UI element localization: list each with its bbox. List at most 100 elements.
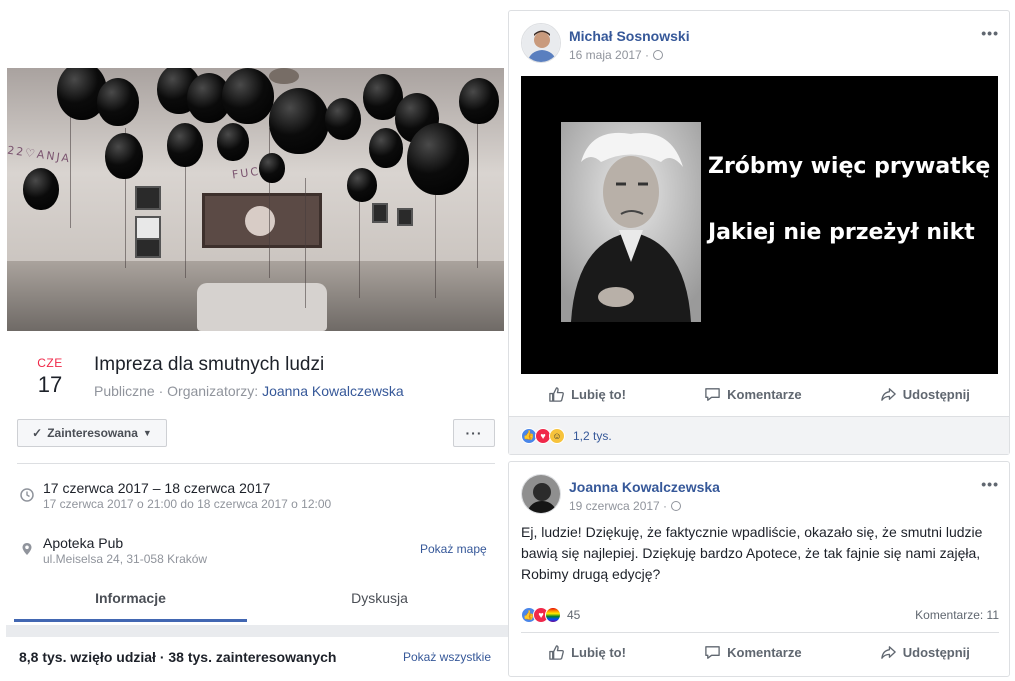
comment-icon <box>705 387 720 401</box>
post-meta: 19 czerwca 2017 · <box>569 499 682 513</box>
portrait-photo <box>561 122 701 322</box>
like-button[interactable]: Lubię to! <box>548 386 626 403</box>
balloon-string <box>477 108 478 268</box>
balloon-string <box>359 188 360 298</box>
clock-icon <box>20 488 34 502</box>
balloon <box>97 78 139 126</box>
tab-discussion[interactable]: Dyskusja <box>263 590 496 622</box>
event-place-name[interactable]: Apoteka Pub <box>43 535 123 551</box>
event-date-badge: CZE 17 <box>24 356 76 398</box>
share-label: Udostępnij <box>902 386 970 402</box>
location-pin-icon <box>22 543 32 555</box>
reaction-count[interactable]: 1,2 tys. <box>573 429 612 443</box>
comment-button[interactable]: Komentarze <box>704 386 802 403</box>
show-all-link[interactable]: Pokaż wszystkie <box>403 650 491 664</box>
balloon <box>459 78 499 124</box>
share-button[interactable]: Udostępnij <box>880 644 970 661</box>
caret-down-icon: ▼ <box>142 428 152 438</box>
post-actions: Lubię to! Komentarze Udostępnij <box>509 635 1009 669</box>
more-options-icon[interactable]: ••• <box>981 476 999 492</box>
tab-information[interactable]: Informacje <box>14 590 247 622</box>
post-text: Ej, ludzie! Dziękuję, że faktycznie wpad… <box>521 524 983 582</box>
reactions-bar[interactable]: 👍 ♥ ☺ 1,2 tys. <box>509 416 1009 454</box>
comment-button[interactable]: Komentarze <box>704 644 802 661</box>
section-separator <box>6 625 510 637</box>
balloon <box>167 123 203 167</box>
comments-count[interactable]: Komentarze: 11 <box>915 608 999 622</box>
attendance-summary: 8,8 tys. wzięło udział · 38 tys. zainter… <box>19 649 337 665</box>
comment-label: Komentarze <box>727 644 802 660</box>
post-actions: Lubię to! Komentarze Udostępnij <box>509 377 1009 411</box>
thumbs-up-icon <box>549 386 564 402</box>
avatar[interactable] <box>521 474 561 514</box>
divider <box>521 632 999 633</box>
cover-frame <box>135 238 161 258</box>
post-card: Michał Sosnowski 16 maja 2017 · ••• Zrób… <box>508 10 1010 455</box>
event-place-address: ul.Meiselsa 24, 31-058 Kraków <box>43 552 208 566</box>
balloon-string <box>305 178 306 308</box>
globe-icon <box>653 50 664 60</box>
thumbs-up-icon <box>549 644 564 660</box>
event-time-main: 17 czerwca 2017 – 18 czerwca 2017 <box>43 480 271 496</box>
post-date[interactable]: 16 maja 2017 · <box>569 48 649 62</box>
organizer-link[interactable]: Joanna Kowalczewska <box>262 383 404 399</box>
reaction-count[interactable]: 45 <box>567 608 580 622</box>
share-label: Udostępnij <box>902 644 970 660</box>
balloon <box>259 153 285 183</box>
event-subtitle: Publiczne · Organizatorzy: Joanna Kowalc… <box>94 383 404 399</box>
comment-icon <box>705 645 720 659</box>
event-month: CZE <box>37 356 63 370</box>
cover-frame <box>372 203 388 223</box>
balloon <box>325 98 361 140</box>
post-author[interactable]: Michał Sosnowski <box>569 28 690 44</box>
balloon-string <box>185 158 186 278</box>
meme-caption-line-1: Zróbmy więc prywatkę <box>708 154 991 179</box>
interested-button[interactable]: ✓ Zainteresowana ▼ <box>17 419 167 447</box>
share-button[interactable]: Udostępnij <box>880 386 970 403</box>
balloon-string <box>70 108 71 228</box>
post-image[interactable]: Zróbmy więc prywatkę Jakiej nie przeżył … <box>521 76 998 374</box>
balloon <box>347 168 377 202</box>
balloon <box>217 123 249 161</box>
event-privacy: Publiczne · Organizatorzy: <box>94 383 263 399</box>
balloon <box>407 123 469 195</box>
post-author[interactable]: Joanna Kowalczewska <box>569 479 720 495</box>
balloon <box>23 168 59 210</box>
divider <box>17 463 495 464</box>
balloon <box>222 68 274 124</box>
event-title: Impreza dla smutnych ludzi <box>94 354 325 375</box>
checkmark-icon: ✓ <box>32 426 43 440</box>
like-label: Lubię to! <box>571 386 626 402</box>
like-button[interactable]: Lubię to! <box>548 644 626 661</box>
share-icon <box>880 645 896 659</box>
like-label: Lubię to! <box>571 644 626 660</box>
cover-frame <box>135 186 161 210</box>
share-icon <box>880 387 896 401</box>
meme-caption-line-2: Jakiej nie przeżył nikt <box>708 220 975 245</box>
event-cover-photo[interactable]: 22♡ANJA FUCK <box>7 68 504 331</box>
balloon <box>105 133 143 179</box>
balloon <box>269 88 329 154</box>
haha-reaction-icon: ☺ <box>549 427 565 444</box>
reactions-summary: 👍 ♥ 45 Komentarze: 11 <box>521 605 999 625</box>
balloon-string <box>269 128 270 278</box>
interested-label: Zainteresowana <box>47 426 138 440</box>
more-options-icon[interactable]: ••• <box>981 25 999 41</box>
post-meta: 16 maja 2017 · <box>569 48 664 62</box>
balloon <box>369 128 403 168</box>
show-map-link[interactable]: Pokaż mapę <box>420 542 487 556</box>
cover-tapestry <box>202 193 322 248</box>
event-panel: 22♡ANJA FUCK CZE 17 Impreza dla smutnych… <box>0 0 510 681</box>
globe-icon <box>671 501 682 511</box>
event-more-button[interactable]: ··· <box>453 419 495 447</box>
post-date[interactable]: 19 czerwca 2017 · <box>569 499 667 513</box>
cover-frame <box>397 208 413 226</box>
cover-sofa <box>197 283 327 331</box>
comment-label: Komentarze <box>727 386 802 402</box>
balloon <box>269 68 299 84</box>
event-time-detail: 17 czerwca 2017 o 21:00 do 18 czerwca 20… <box>43 497 332 511</box>
pride-reaction-icon <box>545 607 561 623</box>
avatar[interactable] <box>521 23 561 63</box>
event-day: 17 <box>37 372 63 397</box>
post-card: Joanna Kowalczewska 19 czerwca 2017 · ••… <box>508 461 1010 677</box>
